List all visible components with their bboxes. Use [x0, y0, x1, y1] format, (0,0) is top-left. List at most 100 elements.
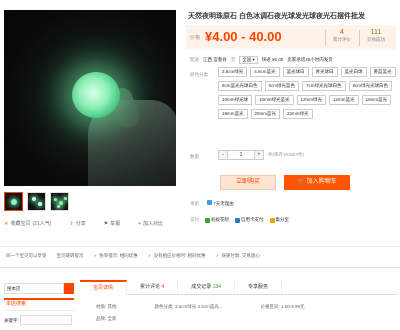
promise-value: 7天无理由 [213, 201, 234, 206]
option-item[interactable]: 青光球白 [311, 67, 338, 77]
collect-button[interactable]: ★ 收藏宝贝 (21人气) [4, 220, 52, 228]
option-item[interactable]: 16mm蓝光 [361, 95, 392, 105]
option-item[interactable]: 18mm蓝光 [218, 109, 248, 119]
credit-card-icon [235, 217, 240, 223]
color-options: 3.5cm绿光 4.5cm蓝光 蓝光球白 青光球白 蓝光白球 黄蓝蓝光 6cm蓝… [218, 67, 398, 119]
notice-text: 同一个宝贝可以享受 [6, 253, 47, 258]
payment-method-label: 集分宝 [275, 217, 290, 222]
sales-count: 111 [370, 29, 382, 36]
glowing-ball [72, 72, 120, 118]
tab-label: 专享服务 [247, 284, 268, 290]
tab-count: 134 [212, 284, 221, 290]
notice-item[interactable]: ✓ 免单提示: 相同优惠 [94, 253, 138, 259]
report-icon: ⚑ [103, 220, 109, 227]
option-item[interactable]: 黄蓝蓝光 [369, 67, 396, 77]
divider [0, 267, 400, 268]
option-item[interactable]: 12mm蓝光 [329, 95, 359, 105]
divider [359, 30, 360, 46]
option-item[interactable]: 蓝光球白 [282, 67, 309, 77]
notices-bar: 同一个宝贝可以享受 宝贝跳转提示 ✓ 免单提示: 相同优惠 ✓ 没有相应价格时: 相… [6, 253, 260, 259]
color-options-label: 颜色分类 [190, 72, 208, 77]
notice-text: 免单提示: 相同优惠 [99, 253, 138, 258]
review-count: 4 [340, 29, 344, 36]
payment-method[interactable]: 信用卡支付 [235, 217, 264, 223]
quantity-minus-button[interactable]: - [218, 150, 228, 160]
payment-method-label: 信用卡支付 [241, 217, 264, 222]
jifenbao-icon [269, 217, 275, 223]
notice-text: 宝贝跳转提示 [56, 253, 84, 258]
ship-note: 卖家承诺48小时内发货 [287, 57, 333, 62]
quantity-plus-button[interactable]: + [254, 150, 264, 160]
notice-item[interactable]: ✓ 快速付款: 交易放心 [216, 253, 260, 259]
ship-to-label: 至 [230, 57, 236, 62]
payment-method[interactable]: 集分宝 [269, 217, 290, 223]
option-item[interactable]: 4.5cm蓝光 [250, 67, 280, 77]
cart-icon: 🛒 [297, 179, 305, 185]
keyword-input[interactable] [20, 315, 72, 325]
tab-services[interactable]: 专享服务 [235, 280, 282, 295]
collect-count: (21人气) [32, 221, 52, 227]
attribute-row: 材质: 其他 颜色分类: 3.5cm绿光 4.5cm蓝光... 价格区间: 1.… [96, 304, 396, 310]
buy-now-button[interactable]: 立即购买 [220, 175, 276, 190]
report-label: 举报 [110, 221, 121, 227]
payment-method-label: 蚂蚁花呗 [211, 217, 229, 222]
option-item[interactable]: 12mm绿光 [296, 95, 327, 105]
payment-label: 支付 [190, 217, 199, 222]
option-item[interactable]: 10mm绿光球 [218, 95, 253, 105]
promise-value-wrap[interactable]: 7天无理由 [207, 200, 234, 207]
option-item[interactable]: 7cm绿光光球白色 [302, 81, 346, 91]
notice-text: 快速付款: 交易放心 [221, 253, 260, 258]
share-button[interactable]: ⇪ 分享 [69, 220, 86, 228]
shop-search-input[interactable]: 搜本店 [4, 283, 64, 294]
divider [0, 246, 400, 247]
add-to-cart-button[interactable]: 🛒 加入购物车 [284, 175, 350, 190]
option-item[interactable]: 6cm绿光蓝色 [264, 81, 300, 91]
tab-label: 宝贝详情 [93, 285, 114, 291]
notice-item[interactable]: 同一个宝贝可以享受 [6, 253, 47, 259]
quantity-input[interactable]: 1 [228, 150, 254, 160]
option-item[interactable]: 蓝光白球 [340, 67, 367, 77]
product-actions-row: ★ 收藏宝贝 (21人气) ⇪ 分享 ⚑ 举报 + 加入对比 [4, 220, 163, 228]
share-label: 分享 [75, 221, 86, 227]
option-item[interactable]: 3.5cm绿光 [218, 67, 248, 77]
shipping-row: 配送 江西 宜春县 至 全国 ▾ 快递 ¥6.00 卖家承诺48小时内发货 [190, 56, 333, 64]
ship-method: 快递 ¥6.00 [261, 57, 284, 62]
review-count-stat[interactable]: 4 累计评价 [328, 28, 356, 43]
compare-button[interactable]: + 加入对比 [138, 220, 163, 228]
option-item[interactable]: 8cm绿光光球白色 [348, 81, 393, 91]
promise-icon [207, 200, 212, 205]
price-value: ¥4.00 - 40.00 [205, 29, 282, 44]
option-item[interactable]: 10mm绿光蓝光 [255, 95, 294, 105]
product-title: 天然夜明珠原石 白色冰调石夜光球发光球夜光石摆件批发 [188, 13, 365, 20]
huabei-icon [205, 217, 210, 223]
ship-to-select[interactable]: 全国 ▾ [239, 56, 258, 64]
tab-label: 累计评论 [140, 284, 161, 290]
star-icon: ★ [4, 220, 9, 227]
attribute-item: 品牌: 全新 [96, 316, 117, 321]
sales-count-stat[interactable]: 111 交易成功 [362, 28, 390, 43]
tab-reviews[interactable]: 累计评论 4 [127, 280, 179, 295]
thumbnail-2[interactable] [27, 192, 46, 211]
report-button[interactable]: ⚑ 举报 [103, 220, 121, 228]
tab-count: 4 [161, 284, 165, 290]
tab-transactions[interactable]: 成交记录 134 [178, 280, 235, 295]
thumbnail-1[interactable] [4, 192, 23, 211]
divider [4, 310, 74, 311]
notice-item[interactable]: ✓ 没有相应价格时: 相同优惠 [148, 253, 206, 259]
tab-details[interactable]: 宝贝详情 [80, 280, 128, 295]
option-item[interactable]: 22mm绿光 [283, 109, 313, 119]
check-icon: ✓ [215, 253, 220, 258]
tab-label: 成交记录 [191, 284, 212, 290]
notice-item[interactable]: 宝贝跳转提示 [57, 253, 84, 259]
thumbnail-3[interactable] [50, 192, 69, 211]
payment-method[interactable]: 蚂蚁花呗 [205, 217, 229, 223]
shipping-label: 配送 [190, 57, 199, 62]
check-icon: ✓ [93, 253, 98, 258]
product-main-image[interactable] [4, 10, 176, 186]
option-item[interactable]: 6cm蓝光光球白色 [218, 81, 262, 91]
quantity-label: 数量 [190, 154, 199, 159]
search-button[interactable] [64, 283, 74, 294]
product-attributes: 材质: 其他 颜色分类: 3.5cm绿光 4.5cm蓝光... 价格区间: 1.… [96, 304, 396, 328]
option-item[interactable]: 20mm蓝光 [250, 109, 281, 119]
quantity-stepper: - 1 + 件(库存151667件) [218, 150, 304, 160]
